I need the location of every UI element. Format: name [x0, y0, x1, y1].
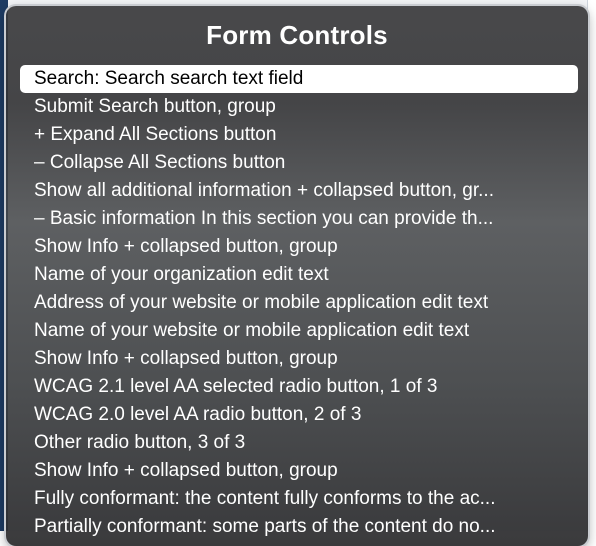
- list-item[interactable]: Show all additional information + collap…: [20, 177, 578, 205]
- form-controls-list: Search: Search search text field Submit …: [20, 65, 578, 541]
- list-item[interactable]: Search: Search search text field: [20, 65, 578, 93]
- rotor-panel: Form Controls Search: Search search text…: [6, 6, 588, 546]
- list-item[interactable]: Name of your organization edit text: [20, 261, 578, 289]
- list-item[interactable]: Show Info + collapsed button, group: [20, 457, 578, 485]
- list-item[interactable]: – Collapse All Sections button: [20, 149, 578, 177]
- list-item[interactable]: – Basic information In this section you …: [20, 205, 578, 233]
- list-item[interactable]: Show Info + collapsed button, group: [20, 345, 578, 373]
- background-page-edge-right: [587, 0, 596, 531]
- rotor-title: Form Controls: [206, 20, 388, 50]
- list-item[interactable]: Address of your website or mobile applic…: [20, 289, 578, 317]
- list-item[interactable]: + Expand All Sections button: [20, 121, 578, 149]
- list-item[interactable]: Show Info + collapsed button, group: [20, 233, 578, 261]
- list-item[interactable]: WCAG 2.1 level AA selected radio button,…: [20, 373, 578, 401]
- list-item[interactable]: WCAG 2.0 level AA radio button, 2 of 3: [20, 401, 578, 429]
- list-item[interactable]: Name of your website or mobile applicati…: [20, 317, 578, 345]
- list-item[interactable]: Fully conformant: the content fully conf…: [20, 485, 578, 513]
- list-item[interactable]: Other radio button, 3 of 3: [20, 429, 578, 457]
- list-item[interactable]: Submit Search button, group: [20, 93, 578, 121]
- list-item[interactable]: Partially conformant: some parts of the …: [20, 513, 578, 541]
